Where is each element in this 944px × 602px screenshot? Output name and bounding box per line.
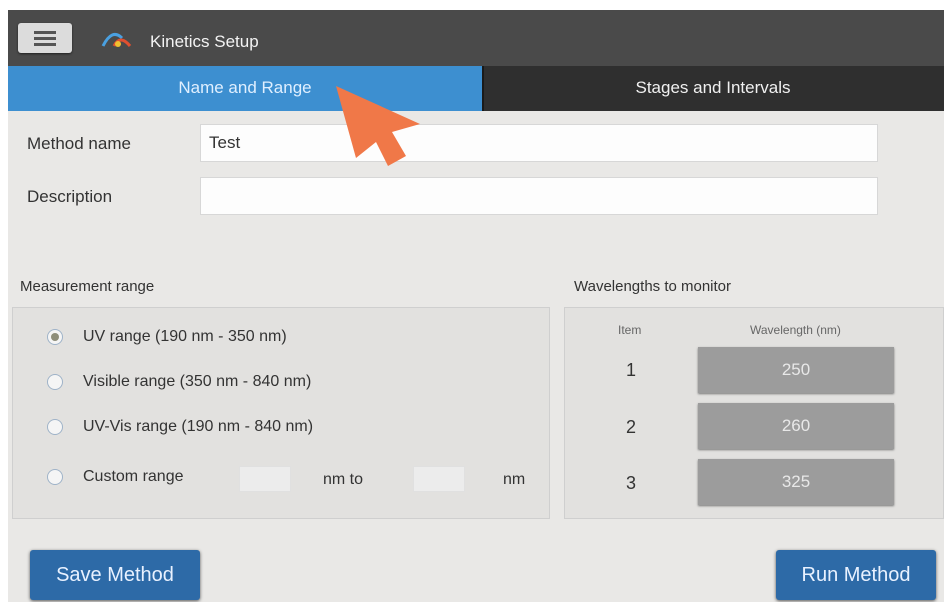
custom-range-start-input[interactable]: [239, 466, 291, 492]
custom-range-option[interactable]: Custom range: [47, 464, 184, 490]
radio-checked-icon[interactable]: [47, 329, 63, 345]
wavelength-value-button[interactable]: 250: [698, 347, 894, 393]
method-name-label: Method name: [27, 134, 131, 153]
run-method-button[interactable]: Run Method: [776, 550, 936, 600]
app-title: Kinetics Setup: [150, 32, 259, 51]
tab-bar: Name and Range Stages and Intervals: [8, 66, 944, 111]
wavelength-column-header: Wavelength (nm): [750, 323, 841, 337]
uv-range-option[interactable]: UV range (190 nm - 350 nm): [47, 324, 287, 350]
radio-unchecked-icon[interactable]: [47, 419, 63, 435]
hamburger-icon-line: [34, 43, 56, 46]
uv-vis-range-label: UV-Vis range (190 nm - 840 nm): [83, 418, 314, 435]
tab-divider: [482, 66, 484, 111]
wavelength-value-button[interactable]: 260: [698, 403, 894, 449]
uv-vis-range-option[interactable]: UV-Vis range (190 nm - 840 nm): [47, 414, 313, 440]
nm-unit-label: nm: [503, 471, 526, 488]
radio-unchecked-icon[interactable]: [47, 469, 63, 485]
radio-unchecked-icon[interactable]: [47, 374, 63, 390]
uv-range-label: UV range (190 nm - 350 nm): [83, 328, 287, 345]
measurement-range-panel: UV range (190 nm - 350 nm) Visible range…: [12, 307, 550, 519]
title-bar: Kinetics Setup: [8, 10, 944, 66]
description-input[interactable]: [200, 177, 878, 215]
kinetics-app-icon: [101, 32, 132, 47]
method-name-input[interactable]: [200, 124, 878, 162]
description-label: Description: [27, 187, 113, 206]
measurement-range-label: Measurement range: [20, 278, 155, 295]
wavelength-item-number: 1: [626, 360, 637, 380]
wavelength-item-number: 2: [626, 417, 637, 437]
pointer-arrow-icon: [336, 86, 420, 166]
wavelengths-label: Wavelengths to monitor: [574, 278, 732, 295]
hamburger-menu-button[interactable]: [18, 23, 72, 53]
wavelength-item-number: 3: [626, 473, 637, 493]
tab-stages-and-intervals[interactable]: Stages and Intervals: [482, 66, 944, 111]
save-method-button[interactable]: Save Method: [30, 550, 200, 600]
visible-range-option[interactable]: Visible range (350 nm - 840 nm): [47, 369, 311, 395]
item-column-header: Item: [618, 323, 642, 337]
visible-range-label: Visible range (350 nm - 840 nm): [83, 373, 312, 390]
wavelength-value-button[interactable]: 325: [698, 459, 894, 505]
hamburger-icon-line: [34, 31, 56, 34]
kinetics-setup-screen: Kinetics Setup Name and Range Stages and…: [8, 10, 944, 602]
custom-range-label: Custom range: [83, 468, 184, 485]
nm-to-label: nm to: [323, 471, 364, 488]
hamburger-icon-line: [34, 37, 56, 40]
custom-range-end-input[interactable]: [413, 466, 465, 492]
